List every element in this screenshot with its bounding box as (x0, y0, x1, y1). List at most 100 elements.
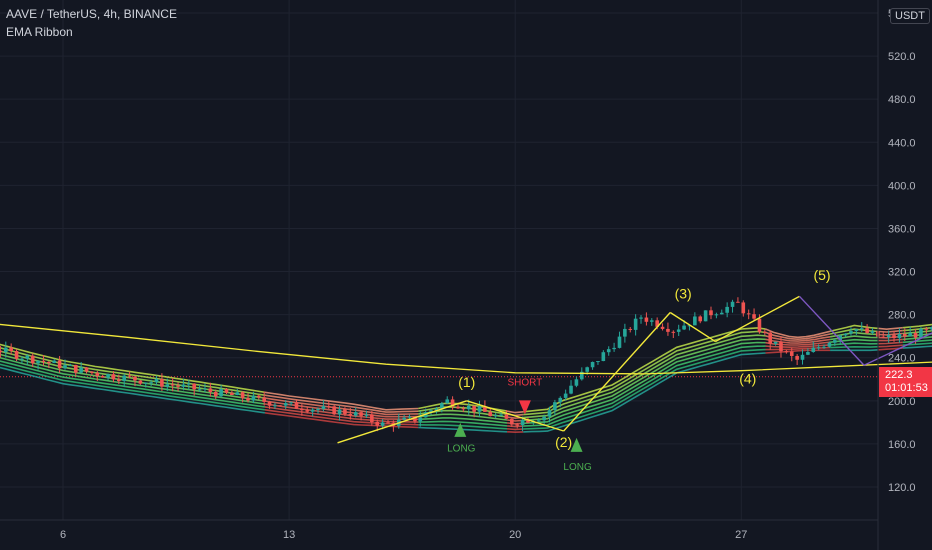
wave-segment (669, 311, 716, 343)
candle-body (719, 312, 724, 315)
candle-body (364, 414, 369, 416)
chart-root: LONGSHORTLONGSHORT (1)(2)(3)(4)(5)(A)(B)… (0, 0, 932, 550)
candle-body (504, 414, 509, 419)
ribbon-line (830, 338, 879, 343)
candle-body (73, 364, 78, 373)
candle-body (881, 336, 886, 338)
candle-body (3, 347, 8, 353)
ribbon-line (830, 342, 879, 346)
candle-body (773, 341, 778, 344)
candle-body (262, 397, 266, 402)
candle-body (639, 317, 643, 319)
candle-body (827, 342, 832, 347)
candle-body (41, 360, 46, 362)
candle-body (52, 360, 57, 364)
candle-body (380, 422, 385, 426)
candle-body (714, 314, 719, 316)
wave-label: (2) (555, 434, 572, 450)
candle-body (337, 409, 342, 415)
candle-body (95, 372, 100, 376)
candle-body (649, 320, 654, 322)
candle-body (493, 415, 498, 417)
candle-body (300, 408, 304, 411)
candle-body (332, 406, 336, 415)
grid (0, 0, 878, 520)
candle-body (757, 318, 762, 332)
candle-body (418, 417, 423, 422)
candle-body (515, 424, 519, 426)
candle-body (122, 375, 127, 382)
candle-body (822, 346, 826, 348)
candle-body (20, 358, 24, 360)
candle-body (763, 331, 767, 333)
x-tick-label: 13 (283, 529, 295, 541)
x-tick-label: 27 (735, 529, 747, 541)
candle-body (100, 375, 105, 378)
candle-body (666, 328, 670, 332)
candle-body (461, 408, 466, 410)
candle-body (671, 331, 676, 333)
candle-body (36, 360, 40, 364)
candle-body (353, 412, 358, 416)
candle-body (224, 389, 229, 393)
candle-body (466, 405, 471, 410)
candle-body (326, 406, 331, 408)
candle-body (870, 331, 875, 333)
candle-body (913, 332, 918, 338)
price-chart[interactable]: LONGSHORTLONGSHORT (1)(2)(3)(4)(5)(A)(B)… (0, 0, 932, 550)
candle-body (601, 352, 606, 362)
candle-body (660, 326, 665, 329)
candle-body (698, 316, 703, 322)
candle-body (843, 333, 848, 336)
symbol-title[interactable]: AAVE / TetherUS, 4h, BINANCE (6, 7, 177, 21)
candle-body (25, 355, 30, 359)
candle-body (375, 421, 380, 426)
candle-body (170, 384, 175, 386)
wave-label: (3) (675, 285, 692, 301)
candle-body (644, 317, 649, 322)
candle-body (725, 306, 729, 313)
wave-label: (1) (458, 374, 475, 390)
candle-body (784, 351, 789, 353)
candle-body (445, 399, 450, 404)
ribbon-line (830, 349, 879, 352)
candle-body (289, 402, 293, 404)
candle-body (47, 361, 51, 364)
y-tick-label: 120.0 (888, 482, 916, 494)
candle-body (192, 383, 196, 390)
candle-body (267, 401, 272, 406)
candle-body (165, 384, 170, 387)
candle-body (752, 314, 756, 319)
candle-body (477, 406, 482, 412)
current-price-badge: 222.3 01:01:53 (879, 367, 932, 397)
candle-body (569, 385, 573, 394)
y-tick-label: 200.0 (888, 396, 916, 408)
candle-body (682, 325, 686, 330)
candle-body (278, 405, 283, 407)
candle-body (811, 347, 816, 353)
candle-body (488, 411, 493, 417)
candle-body (553, 402, 557, 411)
candle-body (919, 328, 923, 338)
signals: LONGSHORTLONGSHORT (447, 378, 592, 473)
candle-body (854, 329, 859, 332)
candle-body (138, 380, 143, 384)
candle-body (806, 352, 810, 355)
candle-body (709, 310, 713, 316)
candle-body (472, 405, 476, 412)
candle-body (633, 318, 638, 330)
candle-body (563, 393, 568, 398)
candle-body (149, 382, 153, 384)
candle-body (779, 341, 783, 352)
candle-body (590, 361, 595, 368)
candle-body (402, 417, 406, 420)
candle-body (542, 416, 546, 421)
candle-body (746, 313, 751, 315)
candle-body (510, 418, 514, 425)
candle-body (160, 379, 164, 387)
candle-body (246, 398, 250, 401)
currency-label[interactable]: USDT (890, 8, 930, 24)
candle-body (574, 379, 579, 386)
long-arrow (570, 437, 583, 452)
indicator-label[interactable]: EMA Ribbon (6, 25, 73, 39)
